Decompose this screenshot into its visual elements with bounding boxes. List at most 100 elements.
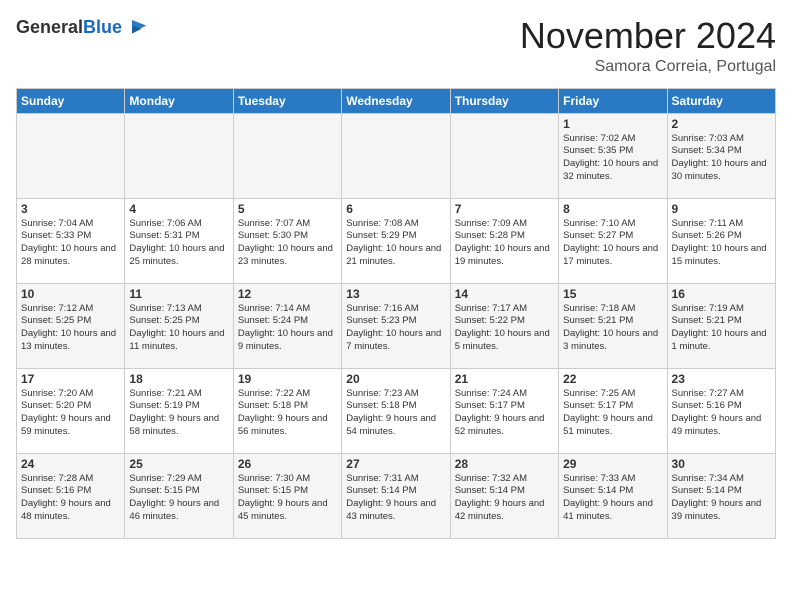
calendar-cell — [17, 113, 125, 198]
day-number: 4 — [129, 202, 228, 216]
day-info: Sunrise: 7:07 AM Sunset: 5:30 PM Dayligh… — [238, 218, 337, 269]
day-number: 25 — [129, 457, 228, 471]
calendar-cell: 9 Sunrise: 7:11 AM Sunset: 5:26 PM Daylig… — [667, 198, 775, 283]
day-info: Sunrise: 7:31 AM Sunset: 5:14 PM Dayligh… — [346, 473, 445, 524]
calendar-body: 1 Sunrise: 7:02 AM Sunset: 5:35 PM Daylig… — [17, 113, 776, 538]
day-info: Sunrise: 7:08 AM Sunset: 5:29 PM Dayligh… — [346, 218, 445, 269]
day-number: 16 — [672, 287, 771, 301]
day-number: 11 — [129, 287, 228, 301]
calendar-table: SundayMondayTuesdayWednesdayThursdayFrid… — [16, 88, 776, 539]
day-info: Sunrise: 7:20 AM Sunset: 5:20 PM Dayligh… — [21, 388, 120, 439]
day-info: Sunrise: 7:13 AM Sunset: 5:25 PM Dayligh… — [129, 303, 228, 354]
day-number: 23 — [672, 372, 771, 386]
day-info: Sunrise: 7:28 AM Sunset: 5:16 PM Dayligh… — [21, 473, 120, 524]
day-info: Sunrise: 7:34 AM Sunset: 5:14 PM Dayligh… — [672, 473, 771, 524]
calendar-cell: 7 Sunrise: 7:09 AM Sunset: 5:28 PM Daylig… — [450, 198, 558, 283]
day-info: Sunrise: 7:29 AM Sunset: 5:15 PM Dayligh… — [129, 473, 228, 524]
calendar-cell: 16 Sunrise: 7:19 AM Sunset: 5:21 PM Dayli… — [667, 283, 775, 368]
calendar-cell — [450, 113, 558, 198]
header-day-tuesday: Tuesday — [233, 88, 341, 113]
day-info: Sunrise: 7:03 AM Sunset: 5:34 PM Dayligh… — [672, 133, 771, 184]
day-info: Sunrise: 7:06 AM Sunset: 5:31 PM Dayligh… — [129, 218, 228, 269]
day-number: 18 — [129, 372, 228, 386]
day-number: 24 — [21, 457, 120, 471]
day-info: Sunrise: 7:14 AM Sunset: 5:24 PM Dayligh… — [238, 303, 337, 354]
day-number: 13 — [346, 287, 445, 301]
day-number: 17 — [21, 372, 120, 386]
calendar-cell: 2 Sunrise: 7:03 AM Sunset: 5:34 PM Daylig… — [667, 113, 775, 198]
calendar-cell: 15 Sunrise: 7:18 AM Sunset: 5:21 PM Dayli… — [559, 283, 667, 368]
logo: GeneralBlue — [16, 16, 148, 40]
calendar-week-1: 3Sunrise: 7:04 AM Sunset: 5:33 PM Daylig… — [17, 198, 776, 283]
day-number: 28 — [455, 457, 554, 471]
calendar-cell: 6 Sunrise: 7:08 AM Sunset: 5:29 PM Daylig… — [342, 198, 450, 283]
day-number: 20 — [346, 372, 445, 386]
calendar-cell: 22Sunrise: 7:25 AM Sunset: 5:17 PM Dayli… — [559, 368, 667, 453]
day-info: Sunrise: 7:10 AM Sunset: 5:27 PM Dayligh… — [563, 218, 662, 269]
calendar-week-3: 17 Sunrise: 7:20 AM Sunset: 5:20 PM Dayli… — [17, 368, 776, 453]
header-day-wednesday: Wednesday — [342, 88, 450, 113]
calendar-cell: 27 Sunrise: 7:31 AM Sunset: 5:14 PM Dayli… — [342, 453, 450, 538]
day-info: Sunrise: 7:02 AM Sunset: 5:35 PM Dayligh… — [563, 133, 662, 184]
calendar-cell — [342, 113, 450, 198]
calendar-cell: 30 Sunrise: 7:34 AM Sunset: 5:14 PM Dayli… — [667, 453, 775, 538]
calendar-cell: 24 Sunrise: 7:28 AM Sunset: 5:16 PM Dayli… — [17, 453, 125, 538]
calendar-cell: 17 Sunrise: 7:20 AM Sunset: 5:20 PM Dayli… — [17, 368, 125, 453]
day-info: Sunrise: 7:33 AM Sunset: 5:14 PM Dayligh… — [563, 473, 662, 524]
day-number: 14 — [455, 287, 554, 301]
day-number: 2 — [672, 117, 771, 131]
day-info: Sunrise: 7:27 AM Sunset: 5:16 PM Dayligh… — [672, 388, 771, 439]
day-number: 21 — [455, 372, 554, 386]
month-title: November 2024 — [520, 16, 776, 56]
header-day-saturday: Saturday — [667, 88, 775, 113]
day-info: Sunrise: 7:32 AM Sunset: 5:14 PM Dayligh… — [455, 473, 554, 524]
calendar-cell: 18 Sunrise: 7:21 AM Sunset: 5:19 PM Dayli… — [125, 368, 233, 453]
day-number: 30 — [672, 457, 771, 471]
day-info: Sunrise: 7:24 AM Sunset: 5:17 PM Dayligh… — [455, 388, 554, 439]
day-info: Sunrise: 7:23 AM Sunset: 5:18 PM Dayligh… — [346, 388, 445, 439]
day-info: Sunrise: 7:30 AM Sunset: 5:15 PM Dayligh… — [238, 473, 337, 524]
calendar-week-0: 1 Sunrise: 7:02 AM Sunset: 5:35 PM Daylig… — [17, 113, 776, 198]
calendar-cell: 10 Sunrise: 7:12 AM Sunset: 5:25 PM Dayli… — [17, 283, 125, 368]
calendar-cell: 11 Sunrise: 7:13 AM Sunset: 5:25 PM Dayli… — [125, 283, 233, 368]
day-number: 27 — [346, 457, 445, 471]
day-info: Sunrise: 7:25 AM Sunset: 5:17 PM Dayligh… — [563, 388, 662, 439]
page-header: GeneralBlue November 2024 Samora Correia… — [16, 16, 776, 76]
day-info: Sunrise: 7:18 AM Sunset: 5:21 PM Dayligh… — [563, 303, 662, 354]
day-info: Sunrise: 7:12 AM Sunset: 5:25 PM Dayligh… — [21, 303, 120, 354]
calendar-cell: 3Sunrise: 7:04 AM Sunset: 5:33 PM Daylig… — [17, 198, 125, 283]
calendar-cell: 20 Sunrise: 7:23 AM Sunset: 5:18 PM Dayli… — [342, 368, 450, 453]
day-info: Sunrise: 7:09 AM Sunset: 5:28 PM Dayligh… — [455, 218, 554, 269]
day-number: 26 — [238, 457, 337, 471]
logo-icon — [124, 16, 148, 40]
day-info: Sunrise: 7:04 AM Sunset: 5:33 PM Dayligh… — [21, 218, 120, 269]
day-info: Sunrise: 7:17 AM Sunset: 5:22 PM Dayligh… — [455, 303, 554, 354]
logo-general: GeneralBlue — [16, 18, 122, 38]
day-number: 10 — [21, 287, 120, 301]
day-number: 5 — [238, 202, 337, 216]
day-number: 29 — [563, 457, 662, 471]
header-row: SundayMondayTuesdayWednesdayThursdayFrid… — [17, 88, 776, 113]
day-number: 12 — [238, 287, 337, 301]
day-info: Sunrise: 7:19 AM Sunset: 5:21 PM Dayligh… — [672, 303, 771, 354]
day-number: 19 — [238, 372, 337, 386]
location: Samora Correia, Portugal — [520, 58, 776, 76]
day-info: Sunrise: 7:11 AM Sunset: 5:26 PM Dayligh… — [672, 218, 771, 269]
calendar-cell: 14 Sunrise: 7:17 AM Sunset: 5:22 PM Dayli… — [450, 283, 558, 368]
calendar-week-4: 24 Sunrise: 7:28 AM Sunset: 5:16 PM Dayli… — [17, 453, 776, 538]
day-number: 15 — [563, 287, 662, 301]
calendar-cell: 29 Sunrise: 7:33 AM Sunset: 5:14 PM Dayli… — [559, 453, 667, 538]
calendar-cell: 4 Sunrise: 7:06 AM Sunset: 5:31 PM Daylig… — [125, 198, 233, 283]
day-info: Sunrise: 7:21 AM Sunset: 5:19 PM Dayligh… — [129, 388, 228, 439]
calendar-cell — [125, 113, 233, 198]
calendar-cell: 21 Sunrise: 7:24 AM Sunset: 5:17 PM Dayli… — [450, 368, 558, 453]
day-number: 6 — [346, 202, 445, 216]
header-day-sunday: Sunday — [17, 88, 125, 113]
header-day-monday: Monday — [125, 88, 233, 113]
day-number: 1 — [563, 117, 662, 131]
title-block: November 2024 Samora Correia, Portugal — [520, 16, 776, 76]
calendar-week-2: 10 Sunrise: 7:12 AM Sunset: 5:25 PM Dayli… — [17, 283, 776, 368]
calendar-cell: 28 Sunrise: 7:32 AM Sunset: 5:14 PM Dayli… — [450, 453, 558, 538]
day-number: 9 — [672, 202, 771, 216]
day-number: 7 — [455, 202, 554, 216]
